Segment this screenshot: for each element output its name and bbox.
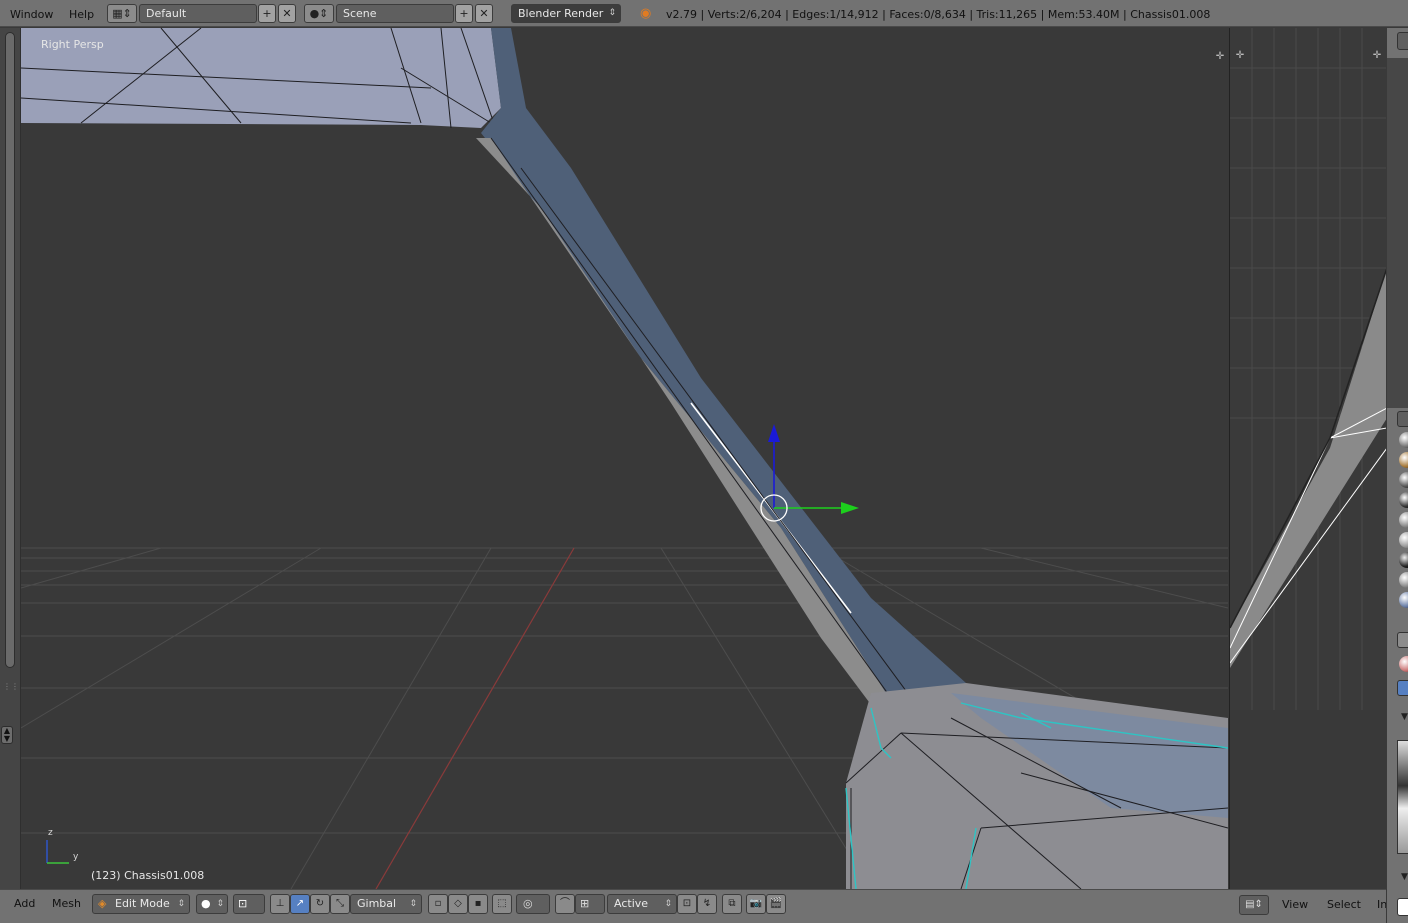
select-arrows-icon: ⇕ [664, 899, 672, 909]
scale-manipulator-icon[interactable]: ⤡ [330, 894, 350, 914]
add-layout-icon[interactable]: + [258, 4, 276, 23]
uv-image-editor[interactable]: ✛ ✛ [1229, 28, 1386, 710]
viewport-shading-select[interactable]: ● ⇕ [196, 894, 228, 914]
3d-viewport[interactable]: Right Persp z y (123) Chassis01.008 ✛ [21, 28, 1228, 889]
render-engine-label: Blender Render [518, 7, 604, 20]
select-arrows-icon: ⇕ [177, 899, 185, 909]
material-add-button[interactable] [1397, 632, 1408, 648]
snap-project-icon[interactable]: ↯ [697, 894, 717, 914]
material-ball-icon[interactable] [1399, 552, 1408, 568]
select-arrows-icon: ⇕ [216, 899, 224, 909]
properties-editor: ▼ ▼ [1386, 28, 1408, 923]
manip-z-arrow [768, 424, 780, 442]
menu-window[interactable]: Window [10, 0, 53, 27]
screen-layout-field[interactable]: Default [139, 4, 257, 23]
render-preview-icon[interactable]: 📷 [746, 894, 766, 914]
editor-type-icon[interactable]: ▤⇕ [1239, 895, 1269, 915]
uv-island [1230, 271, 1386, 668]
vertex-select-icon[interactable]: ▫ [428, 894, 448, 914]
proportional-icon: ◎ [523, 897, 533, 910]
material-preview-icon[interactable] [1399, 656, 1408, 672]
render-engine-select[interactable]: Blender Render ⇕ [511, 4, 621, 23]
gizmo-y-label: y [73, 852, 79, 862]
material-slot-header[interactable] [1397, 411, 1408, 427]
snap-target-select[interactable]: Active ⇕ [607, 894, 677, 914]
properties-panel-bg [1387, 58, 1408, 408]
material-ball-icon[interactable] [1399, 492, 1408, 508]
material-ball-icon[interactable] [1399, 512, 1408, 528]
pivot-point-select[interactable]: ⊡ [233, 894, 265, 914]
menu-mesh[interactable]: Mesh [52, 890, 81, 918]
add-scene-icon[interactable]: + [455, 4, 473, 23]
menu-help[interactable]: Help [69, 0, 94, 27]
remove-layout-icon[interactable]: ✕ [278, 4, 296, 23]
snap-element-icon: ⊞ [580, 897, 590, 910]
material-ball-icon[interactable] [1399, 572, 1408, 588]
copy-layers-icon[interactable]: ⧉ [722, 894, 742, 914]
select-arrows-icon: ⇕ [409, 899, 417, 909]
panel-collapse-icon[interactable]: ▼ [1401, 712, 1408, 722]
material-ball-icon[interactable] [1399, 432, 1408, 448]
material-preview-panel [1397, 740, 1408, 854]
material-ball-icon[interactable] [1399, 532, 1408, 548]
blender-logo-icon: ◉ [640, 6, 652, 21]
edge-select-icon[interactable]: ◇ [448, 894, 468, 914]
menu-view[interactable]: View [1282, 890, 1308, 920]
split-area-icon[interactable]: ✛ [1234, 50, 1246, 62]
panel-collapse-icon[interactable]: ▼ [1401, 872, 1408, 882]
scene-icon[interactable]: ●⇕ [304, 4, 334, 23]
x-axis-line [375, 547, 575, 889]
view-name: Right Persp [41, 38, 104, 51]
face-select-icon[interactable]: ▪ [468, 894, 488, 914]
snap-toggle-icon[interactable]: ⌒ [555, 894, 575, 914]
3d-view-header: Add Mesh ◈ Edit Mode ⇕ ● ⇕ ⊡ ⊥ ↗ ↻ ⤡ Gim… [0, 889, 1229, 923]
pivot-icon: ⊡ [238, 897, 248, 910]
resize-grip-icon[interactable]: ⋮⋮ [3, 682, 19, 691]
select-arrows-icon: ⇕ [608, 8, 616, 18]
properties-input-field[interactable] [1397, 898, 1408, 916]
mode-select[interactable]: ◈ Edit Mode ⇕ [92, 894, 190, 914]
tool-shelf-strip: ⋮⋮ ▲ ▼ [0, 28, 21, 889]
snap-align-icon[interactable]: ⊡ [677, 894, 697, 914]
manipulator-toggle-icon[interactable]: ⊥ [270, 894, 290, 914]
image-editor-header: ▤⇕ View Select In [1229, 889, 1387, 923]
orientation-label: Gimbal [357, 897, 397, 910]
rotate-manipulator-icon[interactable]: ↻ [310, 894, 330, 914]
split-area-icon[interactable]: ✛ [1371, 50, 1383, 62]
material-active-slot[interactable] [1397, 680, 1408, 696]
uv-empty-area [1229, 710, 1386, 889]
scene-statistics: v2.79 | Verts:2/6,204 | Edges:1/14,912 |… [666, 8, 1211, 21]
tool-shelf-toggle[interactable]: ▲ ▼ [1, 726, 13, 744]
active-object-label: (123) Chassis01.008 [91, 869, 205, 882]
render-animation-icon[interactable]: 🎬 [766, 894, 786, 914]
translate-manipulator-icon[interactable]: ↗ [290, 894, 310, 914]
menu-select[interactable]: Select [1327, 890, 1361, 920]
properties-header-icon[interactable] [1397, 32, 1408, 50]
menu-add[interactable]: Add [14, 890, 35, 918]
viewport-scrollbar[interactable] [5, 32, 15, 668]
info-header: Window Help ▦⇕ Default + ✕ ●⇕ Scene + ✕ … [0, 0, 1408, 27]
snap-target-label: Active [614, 897, 649, 910]
material-ball-icon[interactable] [1399, 452, 1408, 468]
orientation-select[interactable]: Gimbal ⇕ [350, 894, 422, 914]
manip-y-arrow [841, 502, 859, 514]
proportional-edit-select[interactable]: ◎ [516, 894, 550, 914]
mode-label: Edit Mode [115, 897, 170, 910]
material-ball-icon[interactable] [1399, 592, 1408, 608]
viewport-scene [21, 28, 1228, 889]
strut-dark-side [481, 28, 966, 718]
edit-mode-icon: ◈ [98, 897, 107, 910]
uv-canvas [1230, 28, 1386, 710]
material-ball-icon[interactable] [1399, 472, 1408, 488]
split-area-icon[interactable]: ✛ [1214, 51, 1226, 63]
solid-shading-icon: ● [201, 897, 211, 910]
remove-scene-icon[interactable]: ✕ [475, 4, 493, 23]
limit-selection-icon[interactable]: ⬚ [492, 894, 512, 914]
screen-layout-icon[interactable]: ▦⇕ [107, 4, 137, 23]
snap-element-select[interactable]: ⊞ [575, 894, 605, 914]
scene-field[interactable]: Scene [336, 4, 454, 23]
gizmo-z-label: z [48, 828, 53, 838]
